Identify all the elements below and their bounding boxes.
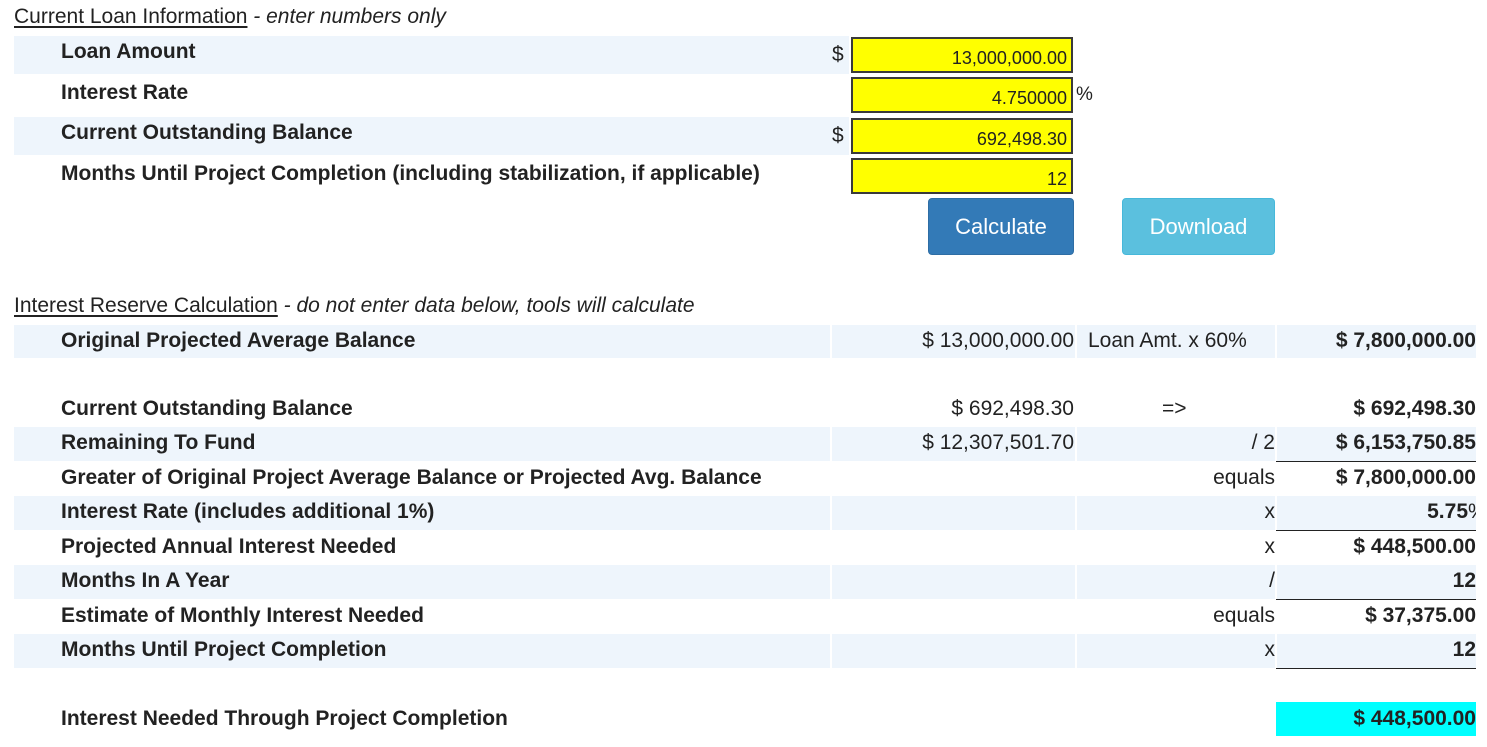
result-underline (1276, 668, 1476, 669)
reserve-label: Current Outstanding Balance (61, 397, 353, 420)
total-result: $ 448,500.00 (1353, 707, 1476, 730)
column-divider (1275, 427, 1277, 461)
outstanding-balance-label: Current Outstanding Balance (61, 121, 353, 144)
reserve-label: Remaining To Fund (61, 431, 256, 454)
reserve-operator: x (1264, 500, 1276, 523)
reserve-result: 5.75% (1427, 500, 1476, 524)
outstanding-balance-currency: $ (832, 124, 844, 147)
result-underline (1276, 461, 1476, 462)
reserve-label: Interest Rate (includes additional 1%) (61, 500, 435, 523)
column-divider (830, 634, 832, 668)
reserve-result: $ 6,153,750.85 (1335, 431, 1476, 454)
reserve-operator: x (1264, 638, 1276, 661)
reserve-operator: equals (1213, 466, 1275, 489)
column-divider (830, 565, 832, 599)
reserve-label: Estimate of Monthly Interest Needed (61, 604, 424, 627)
loan-section-title: Current Loan Information - enter numbers… (14, 5, 446, 29)
column-divider (830, 325, 832, 358)
reserve-label: Months In A Year (61, 569, 230, 592)
column-divider (1275, 634, 1277, 668)
reserve-result: $ 7,800,000.00 (1335, 329, 1476, 352)
column-divider (1075, 565, 1077, 599)
reserve-operator: / 2 (1251, 431, 1275, 454)
reserve-result: 12 (1452, 638, 1476, 661)
column-divider (830, 427, 832, 461)
reserve-operator: => (1162, 397, 1187, 420)
column-divider (1075, 325, 1077, 358)
loan-amount-label: Loan Amount (61, 40, 196, 63)
reserve-operator: Loan Amt. x 60% (1088, 329, 1247, 352)
interest-rate-label: Interest Rate (61, 81, 189, 104)
interest-rate-input[interactable] (851, 77, 1073, 113)
reserve-section-title: Interest Reserve Calculation - do not en… (14, 294, 695, 318)
result-underline (1276, 530, 1476, 531)
reserve-section-note: - do not enter data below, tools will ca… (277, 294, 695, 317)
outstanding-balance-input[interactable] (851, 118, 1073, 154)
download-button[interactable]: Download (1122, 198, 1275, 255)
reserve-label: Greater of Original Project Average Bala… (61, 466, 762, 489)
reserve-mid-value: $ 12,307,501.70 (922, 431, 1074, 454)
reserve-mid-value: $ 692,498.30 (951, 397, 1074, 420)
reserve-result: $ 7,800,000.00 (1335, 466, 1476, 489)
reserve-label: Projected Annual Interest Needed (61, 535, 397, 558)
column-divider (830, 496, 832, 530)
column-divider (1275, 496, 1277, 530)
column-divider (1275, 325, 1277, 358)
rate-result-value: 5.75 (1427, 500, 1468, 523)
reserve-operator: x (1264, 535, 1276, 558)
reserve-section-heading: Interest Reserve Calculation (14, 294, 278, 317)
interest-rate-percent: % (1076, 84, 1093, 105)
months-completion-input[interactable] (851, 158, 1073, 194)
reserve-result: $ 37,375.00 (1365, 604, 1476, 627)
loan-amount-input[interactable] (851, 37, 1073, 73)
reserve-label: Months Until Project Completion (61, 638, 387, 661)
column-divider (1075, 634, 1077, 668)
loan-amount-currency: $ (832, 43, 844, 66)
reserve-label: Original Projected Average Balance (61, 329, 416, 352)
calculate-button[interactable]: Calculate (928, 198, 1074, 255)
loan-section-heading: Current Loan Information (14, 5, 248, 28)
column-divider (1275, 565, 1277, 599)
total-label: Interest Needed Through Project Completi… (61, 707, 508, 730)
reserve-operator: / (1269, 569, 1275, 592)
reserve-row-band (14, 565, 1476, 599)
column-divider (1075, 427, 1077, 461)
reserve-result: 12 (1452, 569, 1476, 592)
column-divider (1075, 496, 1077, 530)
result-underline (1276, 599, 1476, 600)
loan-section-note: - enter numbers only (247, 5, 446, 28)
reserve-result: $ 692,498.30 (1353, 397, 1476, 420)
reserve-result: $ 448,500.00 (1353, 535, 1476, 558)
reserve-mid-value: $ 13,000,000.00 (922, 329, 1074, 352)
reserve-operator: equals (1213, 604, 1275, 627)
months-completion-label: Months Until Project Completion (includi… (61, 162, 760, 185)
rate-result-percent: % (1468, 500, 1476, 524)
